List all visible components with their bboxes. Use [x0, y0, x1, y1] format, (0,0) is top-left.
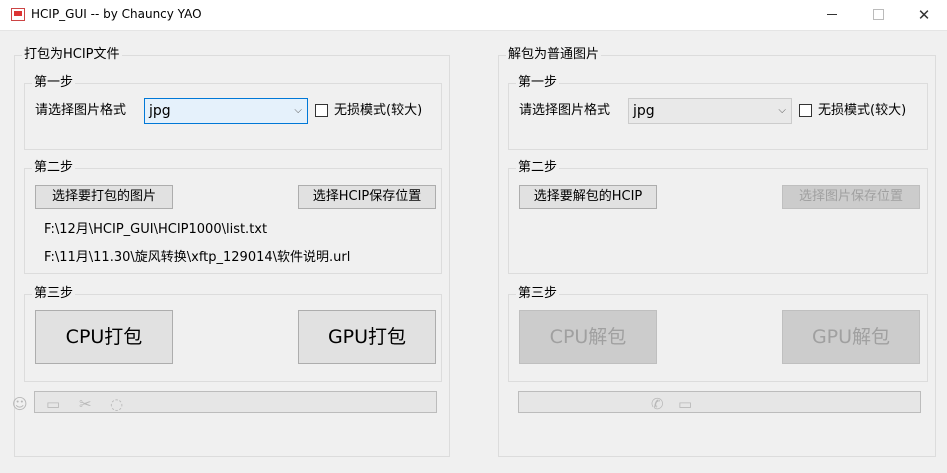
pack-group-title: 打包为HCIP文件 — [22, 47, 122, 63]
app-icon — [11, 8, 25, 21]
image-save-location-button[interactable]: 选择图片保存位置 — [782, 185, 920, 209]
gpu-unpack-button[interactable]: GPU解包 — [782, 310, 920, 364]
pack-step3-title: 第三步 — [32, 286, 76, 302]
cpu-unpack-button[interactable]: CPU解包 — [519, 310, 657, 364]
pack-path-1: F:\12月\HCIP_GUI\HCIP1000\list.txt — [44, 222, 268, 237]
pack-lossless-label: 无损模式(较大) — [334, 103, 423, 118]
pack-format-select[interactable]: jpg ⌵ — [144, 98, 308, 124]
pack-format-label: 请选择图片格式 — [35, 103, 127, 118]
pack-format-value: jpg — [149, 103, 171, 119]
hcip-save-location-button[interactable]: 选择HCIP保存位置 — [298, 185, 436, 209]
cpu-pack-button[interactable]: CPU打包 — [35, 310, 173, 364]
emoji-icon: ☺ — [12, 395, 28, 413]
unpack-format-value: jpg — [633, 103, 655, 119]
unpack-group-title: 解包为普通图片 — [506, 47, 602, 63]
maximize-icon — [872, 9, 884, 20]
minimize-icon — [827, 14, 837, 15]
unpack-step1-title: 第一步 — [516, 75, 560, 91]
unpack-progress-bar — [518, 391, 921, 413]
pack-step1-title: 第一步 — [32, 75, 76, 91]
maximize-button[interactable] — [855, 0, 901, 30]
chevron-down-icon: ⌵ — [778, 105, 786, 116]
phone-icon: ✆ — [651, 395, 664, 413]
unpack-format-label: 请选择图片格式 — [519, 103, 611, 118]
close-button[interactable]: ✕ — [901, 0, 947, 30]
window-title: HCIP_GUI -- by Chauncy YAO — [31, 7, 202, 21]
close-icon: ✕ — [917, 6, 931, 24]
video-icon: ▭ — [678, 395, 693, 413]
select-hcip-button[interactable]: 选择要解包的HCIP — [519, 185, 657, 209]
unpack-step2-group: 第二步 — [508, 160, 928, 274]
chat-icon: ◌ — [110, 395, 124, 413]
pack-lossless-checkbox[interactable] — [315, 104, 328, 117]
select-images-button[interactable]: 选择要打包的图片 — [35, 185, 173, 209]
gpu-pack-button[interactable]: GPU打包 — [298, 310, 436, 364]
unpack-lossless-label: 无损模式(较大) — [818, 103, 907, 118]
unpack-step3-title: 第三步 — [516, 286, 560, 302]
folder-icon: ▭ — [46, 395, 61, 413]
title-bar: HCIP_GUI -- by Chauncy YAO ✕ — [0, 0, 947, 31]
pack-path-2: F:\11月\11.30\旋风转换\xftp_129014\软件说明.url — [44, 250, 351, 265]
chevron-down-icon: ⌵ — [294, 105, 302, 116]
scissors-icon: ✂ — [79, 395, 92, 413]
pack-progress-bar — [34, 391, 437, 413]
unpack-lossless-checkbox[interactable] — [799, 104, 812, 117]
pack-step2-title: 第二步 — [32, 160, 76, 176]
minimize-button[interactable] — [809, 0, 855, 30]
unpack-step2-title: 第二步 — [516, 160, 560, 176]
unpack-format-select[interactable]: jpg ⌵ — [628, 98, 792, 124]
